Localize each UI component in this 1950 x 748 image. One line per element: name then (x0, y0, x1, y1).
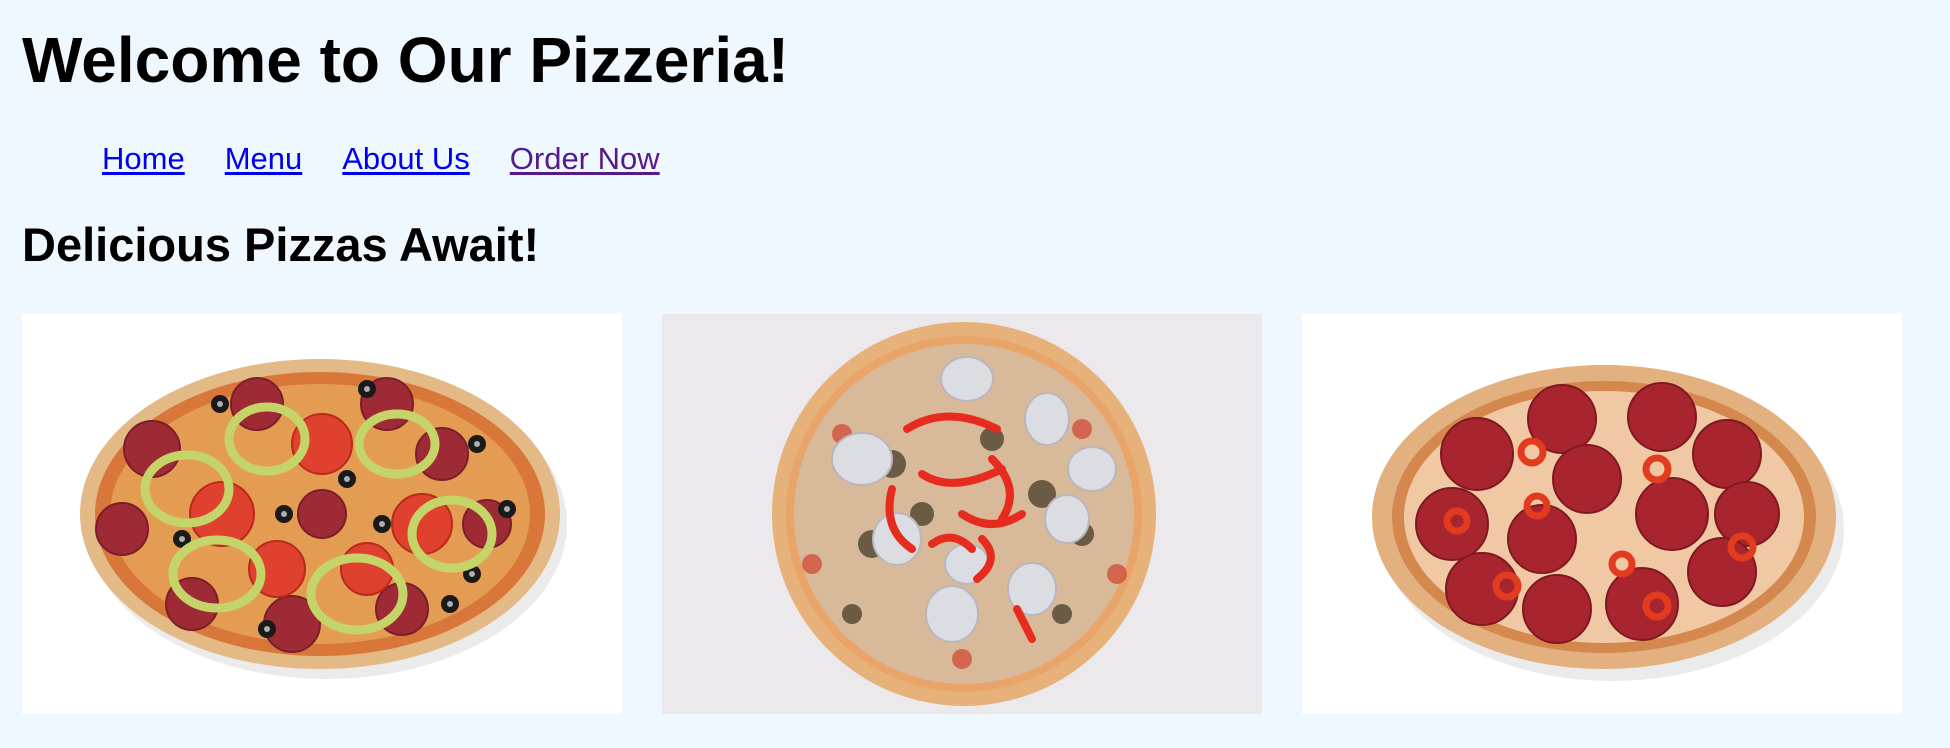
main-nav: Home Menu About Us Order Now (102, 138, 660, 180)
pizza-gallery (22, 314, 1902, 714)
pizza-image-veggie (22, 314, 622, 714)
page-title: Welcome to Our Pizzeria! (22, 24, 789, 96)
veggie-pizza-image (22, 314, 622, 714)
pizza-image-mushroom (662, 314, 1262, 714)
pepperoni-pizza-image (1302, 314, 1902, 714)
nav-link-home[interactable]: Home (102, 138, 185, 180)
nav-link-order-now[interactable]: Order Now (510, 138, 660, 180)
section-title: Delicious Pizzas Await! (22, 218, 540, 271)
pizza-image-pepperoni (1302, 314, 1902, 714)
nav-link-about-us[interactable]: About Us (342, 138, 470, 180)
nav-link-menu[interactable]: Menu (225, 138, 303, 180)
mushroom-pepper-pizza-image (662, 314, 1262, 714)
